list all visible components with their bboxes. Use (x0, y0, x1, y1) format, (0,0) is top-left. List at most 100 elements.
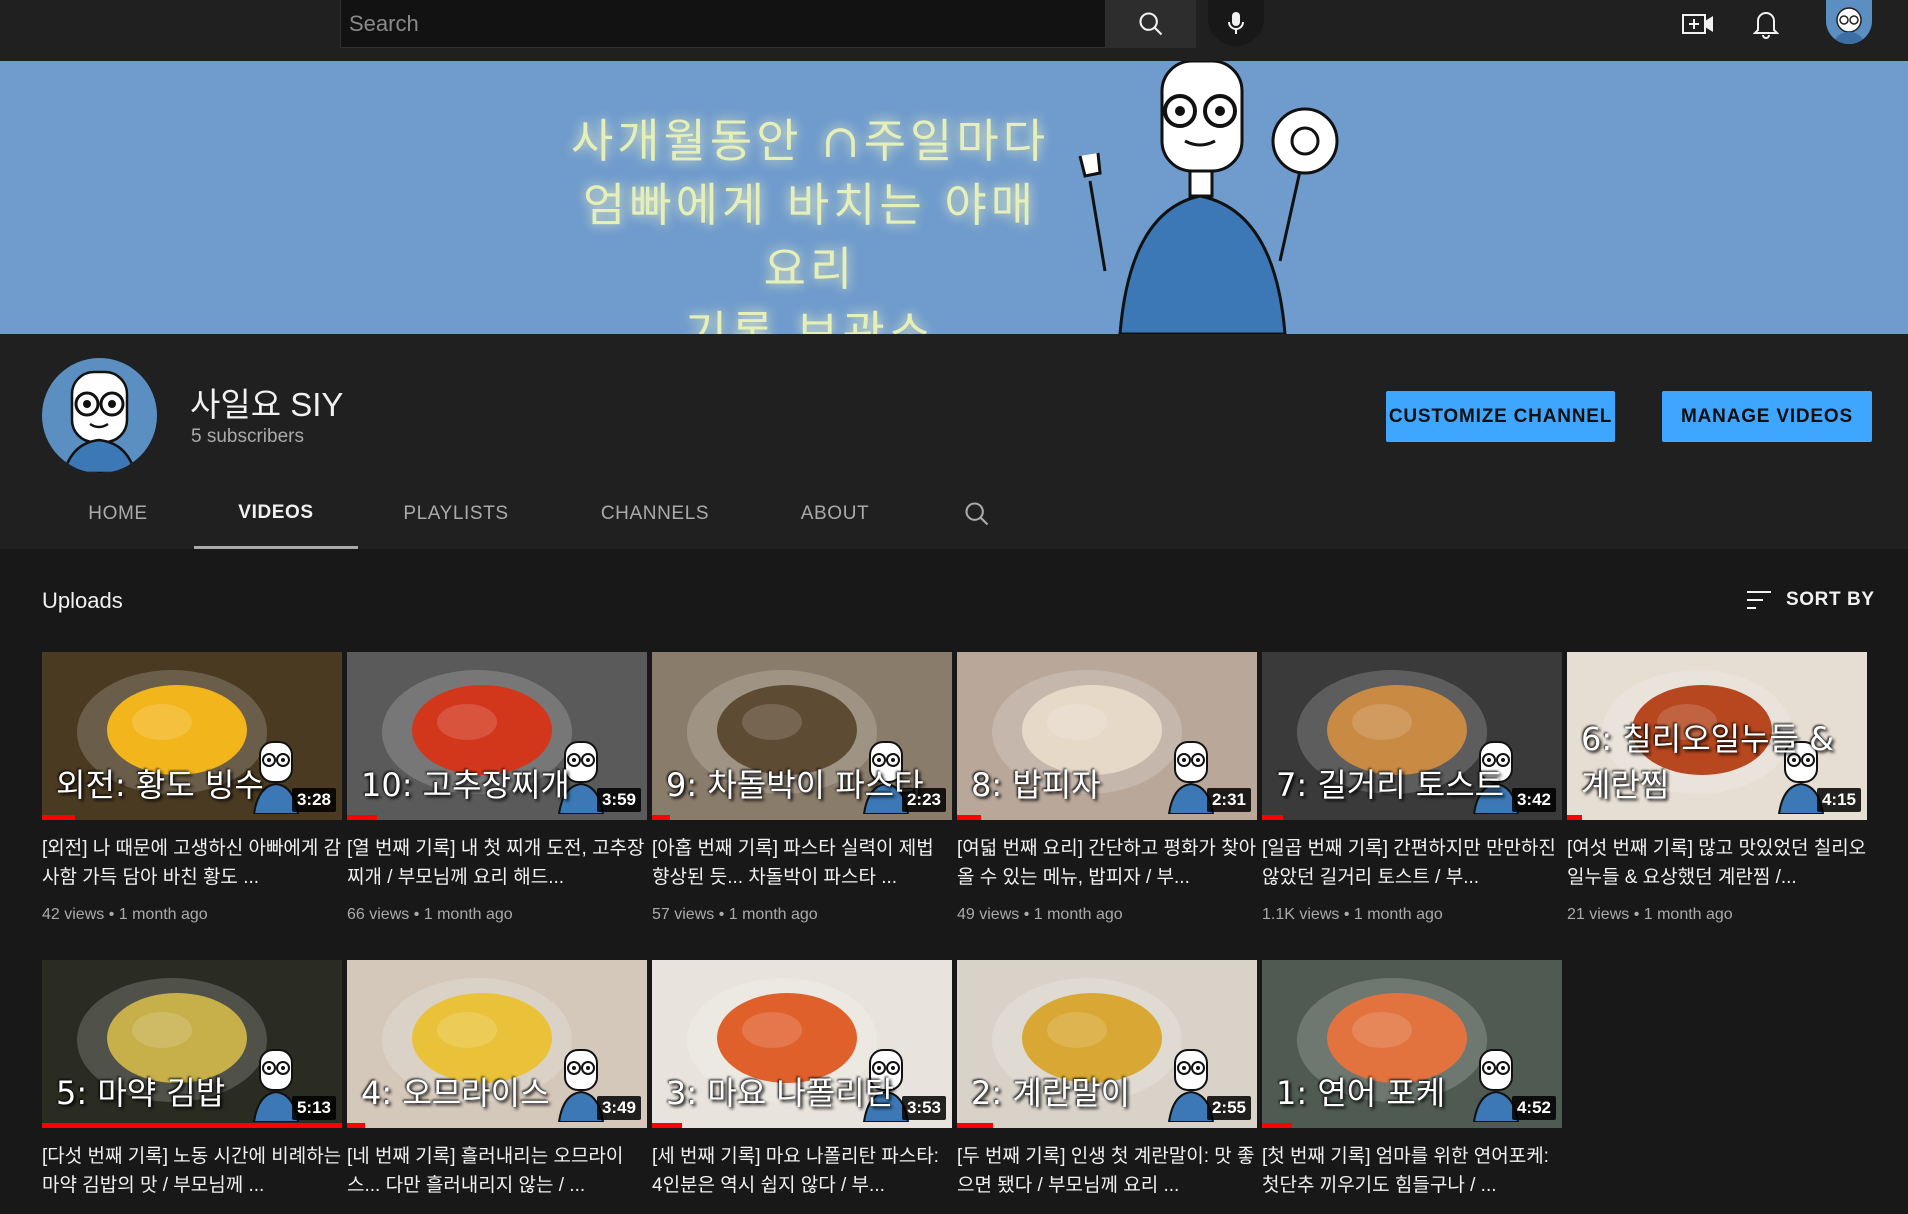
channel-header: 사일요 SIY 5 subscribers CUSTOMIZE CHANNEL … (0, 334, 1908, 549)
watch-progress-bar (652, 815, 670, 820)
banner-text: 사개월동안 ∩주일마다 엄빠에게 바치는 야매요리 기록 보관소 (560, 109, 1060, 334)
watch-progress-bar (957, 815, 981, 820)
bell-icon (1753, 12, 1779, 39)
video-card[interactable]: 1: 연어 포케 4:52 [첫 번째 기록] 엄마를 위한 연어포케: 첫단추 끼… (1262, 960, 1562, 1214)
video-title[interactable]: [여섯 번째 기록] 많고 맛있었던 칠리오일누들 & 요상했던 계란찜 /..… (1567, 834, 1867, 892)
banner-line-3: 기록 보관소 (684, 306, 936, 334)
thumbnail-caption: 2: 계란말이 (971, 1074, 1131, 1112)
top-bar (0, 0, 1908, 61)
channel-search-button[interactable] (948, 479, 1006, 549)
customize-channel-button[interactable]: CUSTOMIZE CHANNEL (1386, 391, 1615, 442)
mascot-avatar-icon (62, 370, 137, 473)
video-thumbnail[interactable]: 4: 오므라이스 3:49 (347, 960, 647, 1128)
watch-progress-bar (1262, 1123, 1292, 1128)
video-card[interactable]: 2: 계란말이 2:55 [두 번째 기록] 인생 첫 계란말이: 맛 좋으면 됐다… (957, 960, 1257, 1214)
tab-home[interactable]: HOME (48, 479, 188, 549)
thumbnail-caption: 3: 마요 나폴리탄 (666, 1074, 895, 1112)
video-thumbnail[interactable]: 10: 고추장찌개 3:59 (347, 652, 647, 820)
video-title[interactable]: [일곱 번째 기록] 간편하지만 만만하진 않았던 길거리 토스트 / 부... (1262, 834, 1562, 892)
video-duration: 5:13 (291, 1096, 336, 1120)
search-icon (965, 502, 989, 526)
create-video-icon (1682, 14, 1713, 34)
watch-progress-bar (42, 815, 75, 820)
video-meta: 1.1K views • 1 month ago (1262, 906, 1443, 923)
watch-progress-bar (42, 1123, 342, 1128)
video-card[interactable]: 4: 오므라이스 3:49 [네 번째 기록] 흘러내리는 오므라이스... 다만 … (347, 960, 647, 1214)
video-thumbnail[interactable]: 8: 밥피자 2:31 (957, 652, 1257, 820)
channel-banner: 사개월동안 ∩주일마다 엄빠에게 바치는 야매요리 기록 보관소 (0, 61, 1908, 334)
video-title[interactable]: [다섯 번째 기록] 노동 시간에 비례하는 마약 김밥의 맛 / 부모님께 .… (42, 1142, 342, 1200)
tab-channels[interactable]: CHANNELS (568, 479, 742, 549)
video-card[interactable]: 외전: 황도 빙수 3:28 [외전] 나 때문에 고생하신 아빠에게 감사함 가득… (42, 652, 342, 924)
mascot-avatar-icon (1834, 7, 1864, 44)
banner-line-1: 사개월동안 ∩주일마다 (570, 114, 1050, 168)
thumbnail-caption: 9: 차돌박이 파스타 (666, 766, 924, 804)
tab-videos[interactable]: VIDEOS (194, 479, 358, 549)
video-duration: 2:55 (1206, 1096, 1251, 1120)
video-card[interactable]: 6: 칠리오일누들 & 계란찜 4:15 [여섯 번째 기록] 많고 맛있었던 칠리… (1567, 652, 1867, 924)
create-button[interactable] (1678, 4, 1718, 44)
search-icon (1139, 12, 1163, 36)
video-title[interactable]: [아홉 번째 기록] 파스타 실력이 제법 향상된 듯... 차돌박이 파스타 … (652, 834, 952, 892)
video-duration: 3:53 (901, 1096, 946, 1120)
video-card[interactable]: 7: 길거리 토스트 3:42 [일곱 번째 기록] 간편하지만 만만하진 않았던 … (1262, 652, 1562, 924)
video-thumbnail[interactable]: 외전: 황도 빙수 3:28 (42, 652, 342, 820)
thumbnail-caption: 7: 길거리 토스트 (1276, 766, 1505, 804)
video-duration: 4:52 (1511, 1096, 1556, 1120)
video-duration: 3:28 (291, 788, 336, 812)
video-title[interactable]: [첫 번째 기록] 엄마를 위한 연어포케: 첫단추 끼우기도 힘들구나 / .… (1262, 1142, 1562, 1200)
video-card[interactable]: 3: 마요 나폴리탄 3:53 [세 번째 기록] 마요 나폴리탄 파스타: 4인분… (652, 960, 952, 1214)
video-card[interactable]: 8: 밥피자 2:31 [여덟 번째 요리] 간단하고 평화가 찾아올 수 있는 메… (957, 652, 1257, 924)
thumbnail-caption: 외전: 황도 빙수 (56, 766, 264, 804)
manage-videos-button[interactable]: MANAGE VIDEOS (1662, 391, 1872, 442)
sort-by-button[interactable]: SORT BY (1746, 585, 1875, 615)
video-title[interactable]: [열 번째 기록] 내 첫 찌개 도전, 고추장찌개 / 부모님께 요리 해드.… (347, 834, 647, 892)
video-card[interactable]: 5: 마약 김밥 5:13 [다섯 번째 기록] 노동 시간에 비례하는 마약 김밥… (42, 960, 342, 1214)
watch-progress-bar (347, 815, 377, 820)
video-title[interactable]: [두 번째 기록] 인생 첫 계란말이: 맛 좋으면 됐다 / 부모님께 요리 … (957, 1142, 1257, 1200)
search-button[interactable] (1106, 0, 1196, 48)
video-meta: 57 views • 1 month ago (652, 906, 818, 923)
sort-by-label: SORT BY (1786, 589, 1875, 610)
thumbnail-caption: 4: 오므라이스 (361, 1074, 550, 1112)
tab-playlists[interactable]: PLAYLISTS (376, 479, 536, 549)
watch-progress-bar (347, 1123, 365, 1128)
video-thumbnail[interactable]: 9: 차돌박이 파스타 2:23 (652, 652, 952, 820)
channel-avatar (42, 358, 157, 473)
video-duration: 4:15 (1816, 788, 1861, 812)
banner-line-2: 엄빠에게 바치는 야매요리 (582, 178, 1038, 296)
video-duration: 3:59 (596, 788, 641, 812)
banner-mascot-illustration (1078, 61, 1339, 334)
notifications-button[interactable] (1746, 4, 1786, 44)
subscriber-count: 5 subscribers (191, 426, 304, 447)
sort-icon (1747, 591, 1771, 609)
video-thumbnail[interactable]: 6: 칠리오일누들 & 계란찜 4:15 (1567, 652, 1867, 820)
video-meta: 42 views • 1 month ago (42, 906, 208, 923)
thumbnail-caption: 8: 밥피자 (971, 766, 1101, 804)
video-card[interactable]: 9: 차돌박이 파스타 2:23 [아홉 번째 기록] 파스타 실력이 제법 향상된… (652, 652, 952, 924)
video-title[interactable]: [외전] 나 때문에 고생하신 아빠에게 감사함 가득 담아 바친 황도 ... (42, 834, 342, 892)
watch-progress-bar (1567, 815, 1582, 820)
video-title[interactable]: [네 번째 기록] 흘러내리는 오므라이스... 다만 흘러내리지 않는 / .… (347, 1142, 647, 1200)
tab-about[interactable]: ABOUT (772, 479, 898, 549)
video-title[interactable]: [세 번째 기록] 마요 나폴리탄 파스타: 4인분은 역시 쉽지 않다 / 부… (652, 1142, 952, 1200)
video-thumbnail[interactable]: 1: 연어 포케 4:52 (1262, 960, 1562, 1128)
watch-progress-bar (1262, 815, 1283, 820)
video-thumbnail[interactable]: 3: 마요 나폴리탄 3:53 (652, 960, 952, 1128)
watch-progress-bar (957, 1123, 993, 1128)
account-avatar[interactable] (1826, 0, 1872, 44)
video-thumbnail[interactable]: 5: 마약 김밥 5:13 (42, 960, 342, 1128)
video-title[interactable]: [여덟 번째 요리] 간단하고 평화가 찾아올 수 있는 메뉴, 밥피자 / 부… (957, 834, 1257, 892)
video-meta: 66 views • 1 month ago (347, 906, 513, 923)
video-meta: 49 views • 1 month ago (957, 906, 1123, 923)
video-card[interactable]: 10: 고추장찌개 3:59 [열 번째 기록] 내 첫 찌개 도전, 고추장찌개 … (347, 652, 647, 924)
thumbnail-caption: 5: 마약 김밥 (56, 1074, 226, 1112)
video-duration: 2:31 (1206, 788, 1251, 812)
channel-name: 사일요 SIY (190, 386, 344, 423)
thumbnail-caption: 1: 연어 포케 (1276, 1074, 1446, 1112)
search-box[interactable] (340, 0, 1106, 48)
search-input[interactable] (341, 0, 1105, 47)
voice-search-button[interactable] (1208, 0, 1264, 46)
video-thumbnail[interactable]: 2: 계란말이 2:55 (957, 960, 1257, 1128)
video-thumbnail[interactable]: 7: 길거리 토스트 3:42 (1262, 652, 1562, 820)
